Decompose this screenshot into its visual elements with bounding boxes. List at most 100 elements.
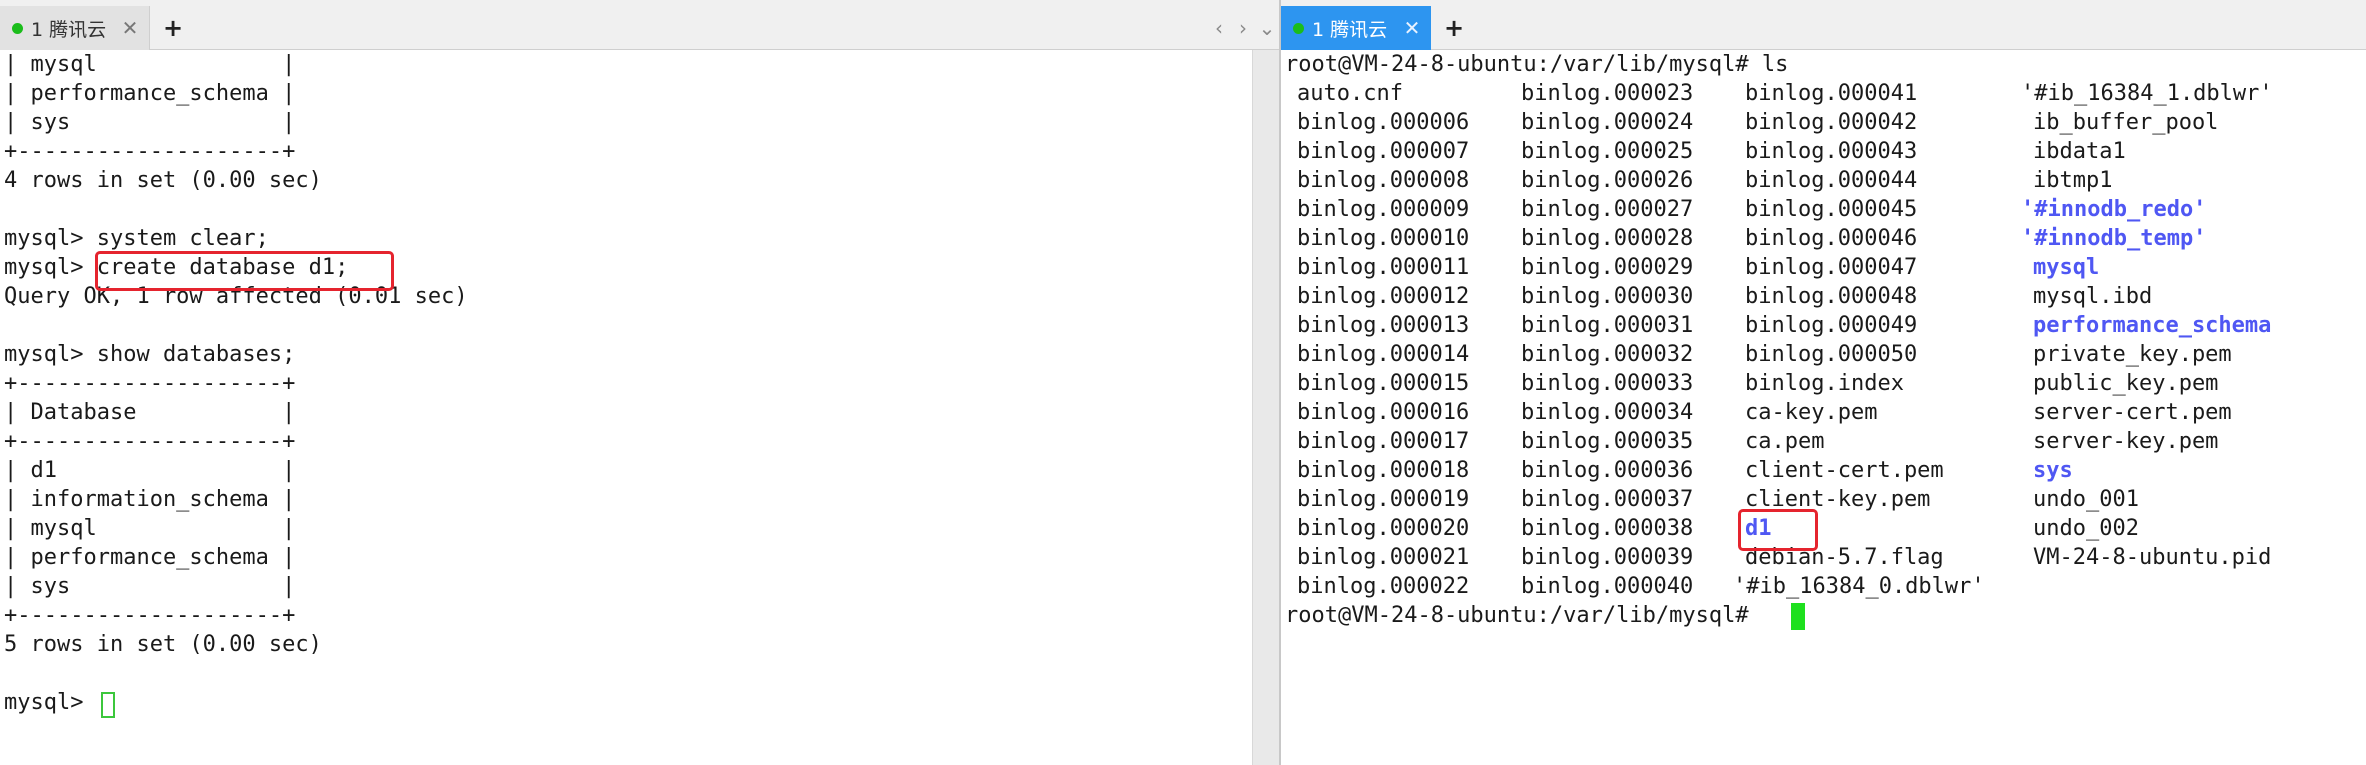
ls-file-entry: binlog.000017 (1297, 429, 1470, 454)
ls-file-entry: binlog.000041 (1745, 81, 1918, 106)
ls-file-entry: binlog.000049 (1745, 313, 1918, 338)
ls-file-entry: binlog.index (1745, 371, 1904, 396)
ls-file-entry: ibtmp1 (2033, 168, 2113, 193)
ls-file-entry: binlog.000010 (1297, 226, 1470, 251)
ls-file-entry: binlog.000030 (1521, 284, 1694, 309)
ls-file-entry: binlog.000006 (1297, 110, 1470, 135)
ls-file-entry: binlog.000047 (1745, 255, 1918, 280)
terminal-line: mysql> show databases; (4, 342, 296, 367)
left-session-tab[interactable]: 1 腾讯云 ✕ (0, 6, 150, 50)
terminal-line: | performance_schema | (4, 545, 296, 570)
terminal-cursor (101, 692, 115, 718)
ls-file-entry: binlog.000037 (1521, 487, 1694, 512)
new-tab-plus-icon[interactable]: + (155, 6, 191, 50)
ls-file-entry: binlog.000048 (1745, 284, 1918, 309)
ls-file-entry: binlog.000021 (1297, 545, 1470, 570)
ls-directory-entry: performance_schema (2033, 313, 2272, 338)
ls-file-entry: VM-24-8-ubuntu.pid (2033, 545, 2272, 570)
ls-file-entry: binlog.000039 (1521, 545, 1694, 570)
ls-file-entry: binlog.000014 (1297, 342, 1470, 367)
ls-file-entry: server-cert.pem (2033, 400, 2232, 425)
terminal-line: 5 rows in set (0.00 sec) (4, 632, 322, 657)
right-terminal-output[interactable]: root@VM-24-8-ubuntu:/var/lib/mysql# ls a… (1281, 50, 2366, 765)
right-terminal-pane[interactable]: 1 腾讯云 ✕ + root@VM-24-8-ubuntu:/var/lib/m… (1279, 0, 2366, 765)
ls-command-line: root@VM-24-8-ubuntu:/var/lib/mysql# ls (1285, 52, 1789, 77)
terminal-cursor (1791, 603, 1805, 630)
terminal-line: | information_schema | (4, 487, 296, 512)
ls-file-entry: binlog.000025 (1521, 139, 1694, 164)
chevron-right-icon[interactable]: › (1231, 16, 1255, 40)
terminal-line: mysql> (4, 690, 97, 715)
tab-title: 1 腾讯云 (1312, 18, 1388, 41)
create-database-highlight (95, 251, 394, 291)
terminal-line: | mysql | (4, 52, 296, 77)
tab-title: 1 腾讯云 (31, 18, 107, 41)
ls-file-entry: '#ib_16384_1.dblwr' (2021, 81, 2273, 106)
ls-file-entry: binlog.000020 (1297, 516, 1470, 541)
ls-file-entry: binlog.000029 (1521, 255, 1694, 280)
ls-file-entry: ib_buffer_pool (2033, 110, 2219, 135)
ls-file-entry: ca-key.pem (1745, 400, 1878, 425)
terminal-line: +--------------------+ (4, 371, 296, 396)
ls-file-entry: binlog.000042 (1745, 110, 1918, 135)
ls-file-entry: binlog.000032 (1521, 342, 1694, 367)
ls-file-entry: binlog.000016 (1297, 400, 1470, 425)
terminal-line: 4 rows in set (0.00 sec) (4, 168, 322, 193)
d1-highlight (1738, 509, 1818, 551)
connected-status-dot (12, 22, 23, 34)
left-terminal-pane[interactable]: 1 腾讯云 ✕ + ‹ › ⌄ | mysql | | performance_s… (0, 0, 1279, 765)
ls-file-entry: binlog.000043 (1745, 139, 1918, 164)
ls-file-entry: binlog.000040 (1521, 574, 1694, 599)
ls-file-entry: binlog.000022 (1297, 574, 1470, 599)
ls-file-entry: binlog.000034 (1521, 400, 1694, 425)
left-tab-bar: 1 腾讯云 ✕ + ‹ › ⌄ (0, 0, 1279, 50)
ls-file-entry: binlog.000018 (1297, 458, 1470, 483)
terminal-line: | performance_schema | (4, 81, 296, 106)
ls-file-entry: binlog.000028 (1521, 226, 1694, 251)
ls-file-entry: binlog.000026 (1521, 168, 1694, 193)
ls-file-entry: binlog.000019 (1297, 487, 1470, 512)
ls-file-entry: binlog.000024 (1521, 110, 1694, 135)
terminal-line: | Database | (4, 400, 296, 425)
ls-file-entry: server-key.pem (2033, 429, 2219, 454)
ls-file-entry: client-cert.pem (1745, 458, 1944, 483)
close-tab-icon[interactable]: ✕ (1401, 16, 1423, 40)
right-tab-bar: 1 腾讯云 ✕ + (1281, 0, 2366, 50)
ls-file-entry: binlog.000036 (1521, 458, 1694, 483)
ls-file-entry: binlog.000009 (1297, 197, 1470, 222)
ls-directory-entry: '#innodb_temp' (2021, 226, 2207, 251)
ls-file-entry: public_key.pem (2033, 371, 2219, 396)
ls-file-entry: '#ib_16384_0.dblwr' (1733, 574, 1985, 599)
terminal-line: | d1 | (4, 458, 296, 483)
chevron-left-icon[interactable]: ‹ (1207, 16, 1231, 40)
right-session-tab[interactable]: 1 腾讯云 ✕ (1281, 6, 1431, 50)
left-scrollbar[interactable] (1252, 50, 1279, 765)
ls-file-entry: undo_002 (2033, 516, 2139, 541)
ls-file-entry: binlog.000045 (1745, 197, 1918, 222)
ls-file-entry: undo_001 (2033, 487, 2139, 512)
ls-file-entry: auto.cnf (1297, 81, 1403, 106)
terminal-line: +--------------------+ (4, 603, 296, 628)
ls-file-entry: private_key.pem (2033, 342, 2232, 367)
ls-file-entry: mysql.ibd (2033, 284, 2153, 309)
left-terminal-output[interactable]: | mysql | | performance_schema | | sys | +-… (0, 50, 1279, 765)
new-tab-plus-icon[interactable]: + (1436, 6, 1472, 50)
close-tab-icon[interactable]: ✕ (119, 16, 141, 40)
ls-file-entry: binlog.000038 (1521, 516, 1694, 541)
terminal-line: +--------------------+ (4, 429, 296, 454)
connected-status-dot (1293, 22, 1304, 34)
terminal-line: | mysql | (4, 516, 296, 541)
terminal-line: | sys | (4, 110, 296, 135)
shell-prompt: root@VM-24-8-ubuntu:/var/lib/mysql# (1285, 603, 1762, 628)
ls-file-entry: ibdata1 (2033, 139, 2126, 164)
ls-directory-entry: mysql (2033, 255, 2100, 280)
ls-file-entry: binlog.000027 (1521, 197, 1694, 222)
ls-file-entry: binlog.000012 (1297, 284, 1470, 309)
ls-file-entry: binlog.000011 (1297, 255, 1470, 280)
ls-file-entry: binlog.000008 (1297, 168, 1470, 193)
ls-file-entry: ca.pem (1745, 429, 1825, 454)
ls-file-entry: binlog.000015 (1297, 371, 1470, 396)
tab-navigation: ‹ › ⌄ (1207, 6, 1279, 50)
chevron-down-icon[interactable]: ⌄ (1255, 16, 1279, 40)
terminal-line: | sys | (4, 574, 296, 599)
